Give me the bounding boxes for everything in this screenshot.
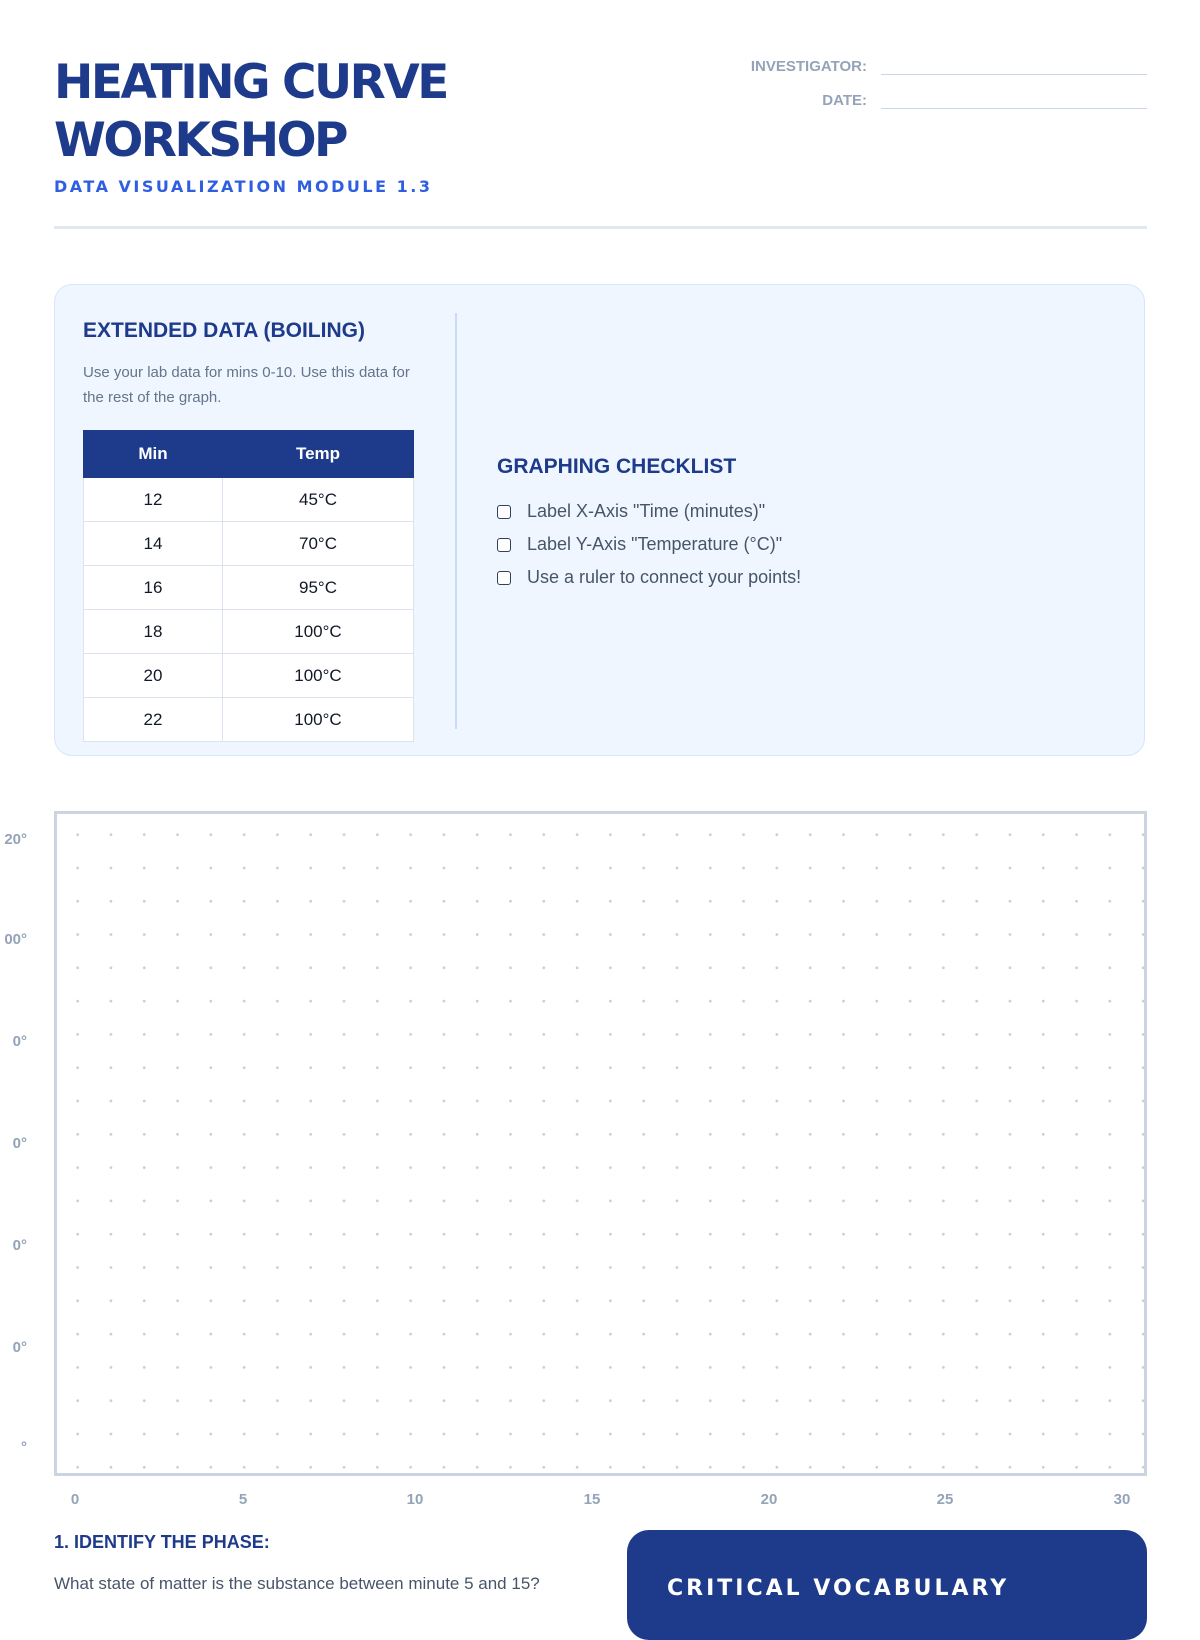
cell-temp: 95°C bbox=[222, 565, 414, 610]
x-tick-label: 5 bbox=[238, 1491, 248, 1508]
table-row: 12 45°C bbox=[83, 477, 414, 522]
table-row: 20 100°C bbox=[83, 653, 414, 698]
x-tick-label: 10 bbox=[406, 1491, 424, 1508]
table-row: 22 100°C bbox=[83, 697, 414, 742]
date-row: DATE: bbox=[727, 92, 1147, 109]
x-tick-label: 0 bbox=[70, 1491, 80, 1508]
vocabulary-card: CRITICAL VOCABULARY bbox=[627, 1530, 1147, 1640]
cell-temp: 100°C bbox=[222, 697, 414, 742]
cell-min: 16 bbox=[83, 565, 223, 610]
column-header-temp: Temp bbox=[222, 430, 414, 478]
y-tick-label: 20° bbox=[4, 831, 27, 848]
investigator-label: INVESTIGATOR: bbox=[750, 58, 867, 75]
cell-temp: 100°C bbox=[222, 609, 414, 654]
extended-data-table: Min Temp 12 45°C 14 70°C 16 95°C 18 100°… bbox=[83, 430, 414, 742]
y-tick-label: 0° bbox=[12, 1135, 27, 1152]
info-panel: EXTENDED DATA (BOILING) Use your lab dat… bbox=[54, 284, 1145, 756]
checklist-item: Label X-Axis "Time (minutes)" bbox=[497, 495, 801, 528]
cell-temp: 100°C bbox=[222, 653, 414, 698]
investigator-field[interactable] bbox=[881, 60, 1147, 75]
question-1-text: What state of matter is the substance be… bbox=[54, 1574, 540, 1593]
vocabulary-title: CRITICAL VOCABULARY bbox=[667, 1576, 1010, 1601]
cell-min: 22 bbox=[83, 697, 223, 742]
checkbox[interactable] bbox=[497, 504, 511, 519]
cell-temp: 70°C bbox=[222, 521, 414, 566]
checklist-item: Use a ruler to connect your points! bbox=[497, 561, 801, 594]
column-header-min: Min bbox=[83, 430, 223, 478]
table-header-row: Min Temp bbox=[83, 430, 414, 478]
y-tick-label: 00° bbox=[4, 931, 27, 948]
cell-min: 18 bbox=[83, 609, 223, 654]
table-row: 14 70°C bbox=[83, 521, 414, 566]
table-row: 18 100°C bbox=[83, 609, 414, 654]
question-1-title: 1. IDENTIFY THE PHASE: bbox=[54, 1532, 270, 1552]
checklist-heading: GRAPHING CHECKLIST bbox=[497, 455, 737, 478]
checklist-item: Label Y-Axis "Temperature (°C)" bbox=[497, 528, 801, 561]
y-tick-label: 0° bbox=[12, 1339, 27, 1356]
x-tick-label: 20 bbox=[760, 1491, 778, 1508]
y-tick-label: ° bbox=[21, 1439, 27, 1456]
date-label: DATE: bbox=[822, 92, 867, 109]
x-tick-label: 15 bbox=[583, 1491, 601, 1508]
cell-min: 20 bbox=[83, 653, 223, 698]
panel-divider bbox=[455, 313, 457, 729]
cell-min: 14 bbox=[83, 521, 223, 566]
page-title: HEATING CURVE WORKSHOP bbox=[54, 55, 449, 168]
y-tick-label: 0° bbox=[12, 1237, 27, 1254]
investigator-row: INVESTIGATOR: bbox=[727, 58, 1147, 75]
y-tick-label: 0° bbox=[12, 1033, 27, 1050]
table-row: 16 95°C bbox=[83, 565, 414, 610]
graph-grid[interactable] bbox=[54, 811, 1147, 1476]
cell-temp: 45°C bbox=[222, 477, 414, 522]
checklist-item-label: Label Y-Axis "Temperature (°C)" bbox=[527, 534, 783, 554]
checkbox[interactable] bbox=[497, 570, 511, 585]
module-subtitle: DATA VISUALIZATION MODULE 1.3 bbox=[54, 177, 433, 196]
checkbox[interactable] bbox=[497, 537, 511, 552]
extended-data-heading: EXTENDED DATA (BOILING) bbox=[83, 319, 365, 342]
cell-min: 12 bbox=[83, 477, 223, 522]
extended-data-instructions: Use your lab data for mins 0-10. Use thi… bbox=[83, 364, 410, 406]
checklist-item-label: Use a ruler to connect your points! bbox=[527, 567, 802, 587]
x-tick-label: 30 bbox=[1113, 1491, 1131, 1508]
graphing-checklist: Label X-Axis "Time (minutes)" Label Y-Ax… bbox=[497, 495, 801, 594]
date-field[interactable] bbox=[881, 94, 1147, 109]
checklist-item-label: Label X-Axis "Time (minutes)" bbox=[527, 501, 766, 521]
header-divider bbox=[54, 226, 1147, 229]
x-tick-label: 25 bbox=[936, 1491, 954, 1508]
